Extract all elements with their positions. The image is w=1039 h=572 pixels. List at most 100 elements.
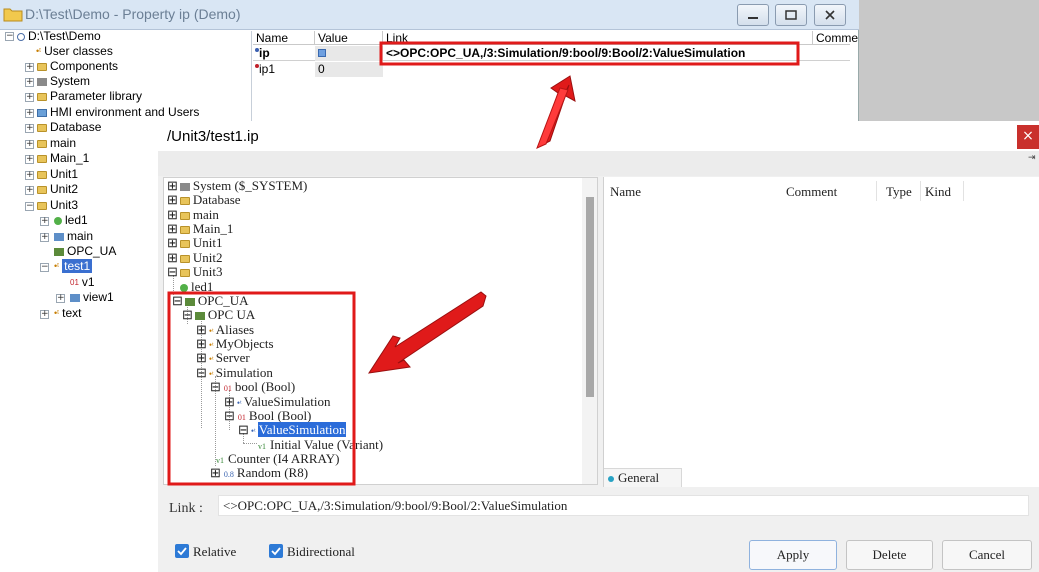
column-header-name[interactable]: Name (610, 184, 641, 200)
close-button[interactable] (814, 4, 846, 26)
table-row[interactable]: ip1 0 (253, 62, 850, 77)
folder-icon (179, 212, 190, 221)
tree-item-bool-inner[interactable]: ⊟ 01 Bool (Bool) (224, 409, 311, 423)
minimize-button[interactable] (737, 4, 769, 26)
maximize-button[interactable] (775, 4, 807, 26)
tree-item-main-1[interactable]: Main_1 (37, 151, 89, 166)
expand-toggle[interactable]: + (25, 78, 34, 87)
tab-general[interactable]: General (604, 468, 682, 487)
tree-item-unit1[interactable]: Unit1 (37, 167, 78, 182)
pin-icon[interactable]: ⇥ (1028, 152, 1036, 163)
collapse-toggle[interactable]: − (40, 263, 49, 272)
tree-item-database[interactable]: ⊞ Database (167, 193, 241, 207)
tree-item-unit2[interactable]: Unit2 (37, 182, 78, 197)
bidirectional-checkbox[interactable]: Bidirectional (269, 544, 355, 560)
tree-item-opc-ua[interactable]: OPC_UA (54, 244, 116, 259)
collapse-toggle[interactable]: − (5, 32, 14, 41)
expand-toggle[interactable]: + (25, 124, 34, 133)
dialog-close-button[interactable]: × (1017, 125, 1039, 149)
tree-item-aliases[interactable]: ⊞ •ᵗ Aliases (196, 323, 254, 337)
collapse-toggle[interactable]: − (25, 202, 34, 211)
variable-tree: ⊞ System ($_SYSTEM) ⊞ Database ⊞ main ⊞ Main… (163, 177, 598, 485)
tree-scrollbar[interactable] (582, 178, 597, 484)
folder-icon (179, 197, 190, 206)
tree-item-parameter-library[interactable]: Parameter library (37, 89, 142, 104)
expand-toggle[interactable]: + (25, 93, 34, 102)
tree-item-simulation[interactable]: ⊟ •ᵗ Simulation (196, 366, 273, 380)
tree-item-view1[interactable]: view1 (70, 290, 114, 305)
tree-scrollbar-thumb[interactable] (586, 197, 594, 397)
value-icon: v1 (258, 442, 266, 451)
tree-item-server[interactable]: ⊞ •ᵗ Server (196, 351, 250, 365)
tree-item-system[interactable]: ⊞ System ($_SYSTEM) (167, 179, 307, 193)
tree-item-valuesimulation-selected[interactable]: ⊟ •ᵗ ValueSimulation (238, 422, 347, 437)
tree-item-unit2[interactable]: ⊞ Unit2 (167, 251, 223, 265)
column-header-value[interactable]: Value (315, 31, 383, 45)
link-input[interactable]: <>OPC:OPC_UA,/3:Simulation/9:bool/9:Bool… (218, 495, 1029, 516)
tree-item-main[interactable]: main (37, 136, 76, 151)
tree-item-random[interactable]: ⊞ 0.8 Random (R8) (210, 466, 308, 480)
tree-item-bool[interactable]: ⊟ 01 bool (Bool) (210, 380, 295, 394)
expand-toggle[interactable]: + (25, 155, 34, 164)
tree-item-text[interactable]: •ᵗ text (54, 306, 81, 321)
tree-item-initial-value[interactable]: v1 Initial Value (Variant) (258, 438, 383, 452)
tree-item-led1[interactable]: led1 (180, 280, 213, 294)
apply-button[interactable]: Apply (749, 540, 837, 570)
expand-toggle[interactable]: + (25, 109, 34, 118)
row-link[interactable]: <>OPC:OPC_UA,/3:Simulation/9:bool/9:Bool… (383, 46, 745, 61)
expand-toggle[interactable]: + (25, 171, 34, 180)
delete-button[interactable]: Delete (846, 540, 933, 570)
tree-item-opc-ua-server[interactable]: ⊟ OPC UA (182, 308, 255, 322)
expand-toggle[interactable]: + (25, 186, 34, 195)
variable-icon: 01 (70, 278, 79, 288)
table-row[interactable]: ip <>OPC:OPC_UA,/3:Simulation/9:bool/9:B… (253, 46, 850, 61)
tree-item-myobjects[interactable]: ⊞ •ᵗ MyObjects (196, 337, 274, 351)
tree-item-main-screen[interactable]: main (54, 229, 93, 244)
column-header-link[interactable]: Link (383, 31, 813, 45)
column-header-comment[interactable]: Comme (813, 31, 858, 45)
tree-item-user-classes[interactable]: •ᵗ User classes (36, 44, 113, 59)
tree-connector (243, 443, 257, 444)
tree-item-unit3[interactable]: ⊟ Unit3 (167, 265, 223, 279)
tree-item-unit3[interactable]: Unit3 (37, 198, 78, 213)
column-header-comment[interactable]: Comment (786, 184, 837, 200)
tree-item-unit1[interactable]: ⊞ Unit1 (167, 236, 223, 250)
expand-toggle[interactable]: + (25, 140, 34, 149)
tree-item-database[interactable]: Database (37, 120, 101, 135)
tree-item-main-1[interactable]: ⊞ Main_1 (167, 222, 233, 236)
tree-item-main[interactable]: ⊞ main (167, 208, 219, 222)
relative-checkbox[interactable]: Relative (175, 544, 236, 560)
tree-item-counter[interactable]: v1 Counter (I4 ARRAY) (216, 452, 339, 466)
tree-item-opc-ua[interactable]: ⊟ OPC_UA (172, 294, 248, 308)
tree-item-test1[interactable]: •ᵗ test1 (54, 259, 93, 274)
tree-item-system[interactable]: System (37, 74, 90, 89)
tree-item-project[interactable]: D:\Test\Demo (17, 29, 101, 44)
expand-toggle[interactable]: + (25, 63, 34, 72)
tree-item-hmi[interactable]: HMI environment and Users (37, 105, 199, 120)
row-value[interactable]: 0 (315, 62, 383, 77)
dialog-toolbar (158, 151, 1039, 176)
screen-icon (70, 293, 80, 302)
folder-icon (179, 226, 190, 235)
expand-toggle[interactable]: + (40, 217, 49, 226)
folder-icon (37, 92, 47, 101)
row-link[interactable] (383, 62, 386, 77)
tree-item-valuesimulation[interactable]: ⊞ •ᵗ ValueSimulation (224, 395, 330, 409)
folder-icon (37, 62, 47, 71)
tree-item-led1[interactable]: led1 (54, 213, 88, 228)
tree-item-v1[interactable]: 01 v1 (70, 275, 95, 290)
column-divider (963, 181, 964, 201)
column-header-type[interactable]: Type (886, 184, 912, 200)
tab-dot-icon (608, 476, 614, 483)
cancel-button[interactable]: Cancel (942, 540, 1032, 570)
expand-toggle[interactable]: + (56, 294, 65, 303)
column-header-name[interactable]: Name (253, 31, 315, 45)
class-icon: •ᵗ (54, 308, 60, 319)
column-header-kind[interactable]: Kind (925, 184, 951, 200)
object-icon: •ᵗ (236, 398, 242, 408)
expand-toggle[interactable]: + (40, 233, 49, 242)
system-icon (37, 77, 47, 86)
expand-toggle[interactable]: + (40, 310, 49, 319)
tree-item-components[interactable]: Components (37, 59, 118, 74)
row-value[interactable] (315, 46, 383, 61)
